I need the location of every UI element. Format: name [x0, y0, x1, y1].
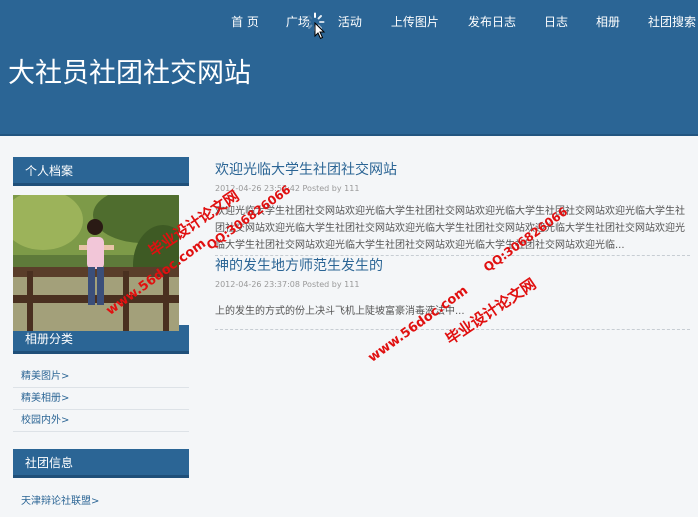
site-title: 大社员社团社交网站 — [8, 58, 251, 89]
sidebar: 个人档案 相册分类 精美图片> 精美相册> 校园内外> 社团信息 天津辩论社联盟… — [13, 157, 189, 507]
album-item[interactable]: 精美图片> — [13, 366, 189, 388]
nav-home[interactable]: 首 页 — [231, 14, 259, 30]
post-title[interactable]: 欢迎光临大学生社团社交网站 — [215, 160, 690, 180]
nav-publish-blog[interactable]: 发布日志 — [468, 14, 516, 30]
album-item[interactable]: 精美相册> — [13, 388, 189, 410]
club-section-header: 社团信息 — [13, 449, 189, 478]
post-item: 欢迎光临大学生社团社交网站 2012-04-26 23:52:42 Posted… — [215, 160, 690, 256]
profile-photo[interactable] — [13, 195, 179, 331]
mouse-pointer-icon — [314, 22, 326, 40]
nav-activity[interactable]: 活动 — [338, 14, 362, 30]
main-nav: 首 页 广场 活动 上传图片 发布日志 日志 相册 社团搜索 — [231, 14, 698, 30]
post-title[interactable]: 神的发生地方师范生发生的 — [215, 256, 690, 276]
album-item[interactable]: 校园内外> — [13, 410, 189, 432]
album-list: 精美图片> 精美相册> 校园内外> — [13, 366, 189, 432]
club-link[interactable]: 天津辩论社联盟> — [13, 492, 189, 507]
post-body: 欢迎光临大学生社团社交网站欢迎光临大学生社团社交网站欢迎光临大学生社团社交网站欢… — [215, 206, 685, 251]
nav-club-search[interactable]: 社团搜索 — [648, 14, 696, 30]
profile-section-header: 个人档案 — [13, 157, 189, 186]
site-header: 首 页 广场 活动 上传图片 发布日志 日志 相册 社团搜索 大社员社团社交网站 — [0, 0, 698, 136]
nav-upload-photo[interactable]: 上传图片 — [391, 14, 439, 30]
nav-blog[interactable]: 日志 — [544, 14, 568, 30]
nav-album[interactable]: 相册 — [596, 14, 620, 30]
profile-photo-image — [13, 195, 179, 331]
